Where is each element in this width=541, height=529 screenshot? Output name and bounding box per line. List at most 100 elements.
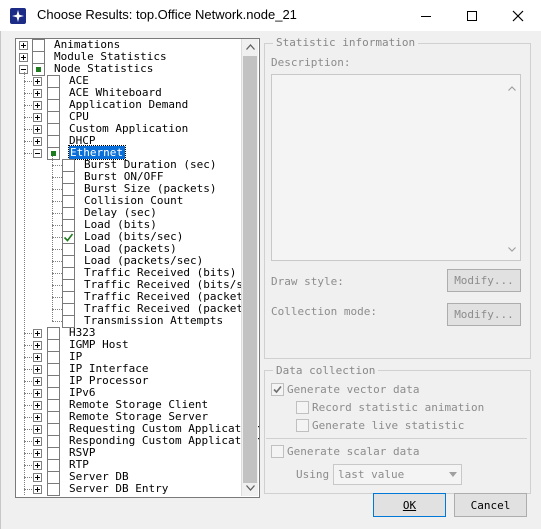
generate-scalar-label: Generate scalar data (287, 445, 420, 458)
expand-icon[interactable] (33, 125, 42, 134)
tree-connector (24, 153, 32, 154)
collection-mode-label: Collection mode: (271, 305, 377, 318)
tree-item[interactable]: RSVP (16, 446, 256, 460)
expand-icon[interactable] (33, 425, 42, 434)
description-scrollbar[interactable] (504, 75, 520, 260)
maximize-icon[interactable] (449, 0, 495, 31)
expand-icon[interactable] (33, 485, 42, 494)
tree-item[interactable]: DHCP (16, 134, 256, 148)
tree-connector (52, 321, 62, 322)
expand-icon[interactable] (33, 77, 42, 86)
title-bar[interactable]: Choose Results: top.Office Network.node_… (0, 0, 541, 31)
expand-icon[interactable] (33, 401, 42, 410)
tree-connector (24, 381, 32, 382)
expand-icon[interactable] (33, 449, 42, 458)
expand-icon[interactable] (33, 353, 42, 362)
ok-label: OK (402, 498, 417, 512)
generate-live-label: Generate live statistic (312, 419, 465, 432)
tree-connector (24, 129, 32, 130)
tree-item[interactable]: RTP (16, 458, 256, 472)
chevron-down-icon[interactable] (445, 465, 461, 484)
tree-item[interactable]: H323 (16, 326, 256, 340)
close-icon[interactable] (495, 0, 541, 31)
expand-icon[interactable] (33, 377, 42, 386)
statistics-tree[interactable]: Animations Module Statistics Node Statisti… (15, 38, 260, 498)
collection-mode-modify-button[interactable]: Modify... (447, 303, 521, 326)
expand-icon[interactable] (33, 461, 42, 470)
tree-item[interactable]: Server DB Entry (16, 482, 256, 496)
collapse-icon[interactable] (33, 149, 42, 158)
expand-icon[interactable] (33, 113, 42, 122)
tree-checkbox[interactable] (47, 483, 60, 496)
record-animation-checkbox[interactable] (296, 401, 309, 414)
tree-scrollbar[interactable] (241, 39, 258, 496)
check-icon (63, 233, 74, 242)
scroll-down-icon[interactable] (242, 480, 258, 496)
expand-icon[interactable] (19, 53, 28, 62)
tree-connector (24, 441, 32, 442)
generate-scalar-checkbox[interactable] (271, 445, 284, 458)
expand-icon[interactable] (33, 137, 42, 146)
using-label: Using (296, 468, 330, 481)
tree-connector (52, 225, 62, 226)
expand-icon[interactable] (19, 41, 28, 50)
using-select-value: last value (338, 468, 405, 481)
tree-item[interactable]: IGMP Host (16, 338, 256, 352)
expand-icon[interactable] (33, 437, 42, 446)
tree-connector (52, 285, 62, 286)
tree-connector (52, 165, 62, 166)
tree-item[interactable]: Responding Custom Application (16, 434, 259, 448)
record-animation-label: Record statistic animation (312, 401, 485, 414)
draw-style-modify-button[interactable]: Modify... (447, 269, 521, 292)
scroll-up-icon[interactable] (242, 39, 258, 55)
cancel-button[interactable]: Cancel (454, 493, 527, 517)
app-icon (10, 8, 26, 24)
expand-icon[interactable] (33, 101, 42, 110)
scroll-thumb[interactable] (243, 56, 257, 483)
partial-check-icon (36, 67, 41, 72)
tree-connector (24, 345, 32, 346)
tree-item[interactable]: IP Processor (16, 374, 256, 388)
expand-icon[interactable] (33, 365, 42, 374)
tree-connector (24, 405, 32, 406)
tree-connector (24, 489, 32, 490)
description-label: Description: (271, 56, 351, 69)
tree-connector (24, 465, 32, 466)
tree-connector (52, 201, 62, 202)
tree-connector (24, 333, 32, 334)
tree-item[interactable]: Custom Application (16, 122, 256, 136)
generate-vector-checkbox[interactable] (271, 383, 284, 396)
generate-vector-label: Generate vector data (287, 383, 420, 396)
tree-item[interactable]: Application Demand (16, 98, 256, 112)
tree-connector (52, 213, 62, 214)
tree-connector (24, 81, 32, 82)
cancel-label: Cancel (470, 498, 511, 512)
tree-connector (52, 249, 62, 250)
tree-connector (24, 453, 32, 454)
description-textbox[interactable] (271, 74, 521, 261)
draw-style-label: Draw style: (271, 275, 344, 288)
tree-connector (52, 273, 62, 274)
expand-icon[interactable] (33, 341, 42, 350)
minimize-icon[interactable] (403, 0, 449, 31)
tree-connector (24, 429, 32, 430)
tree-item-label: Responding Custom Application (69, 434, 260, 447)
statistic-info-legend: Statistic information (273, 36, 419, 49)
tree-connector (24, 417, 32, 418)
expand-icon[interactable] (33, 389, 42, 398)
tree-item[interactable]: Node Statistics (16, 62, 256, 76)
expand-icon[interactable] (33, 413, 42, 422)
window-frame (0, 31, 1, 529)
expand-icon[interactable] (33, 329, 42, 338)
tree-connector (24, 393, 32, 394)
generate-live-checkbox[interactable] (296, 419, 309, 432)
expand-icon[interactable] (33, 473, 42, 482)
tree-item-label: Transmission Attempts (84, 314, 224, 327)
expand-icon[interactable] (33, 89, 42, 98)
divider (266, 438, 527, 439)
scroll-up-icon[interactable] (508, 81, 516, 94)
ok-button[interactable]: OK (373, 493, 446, 517)
tree-connector (52, 189, 62, 190)
scroll-down-icon[interactable] (508, 242, 516, 255)
using-select[interactable]: last value (333, 464, 462, 485)
